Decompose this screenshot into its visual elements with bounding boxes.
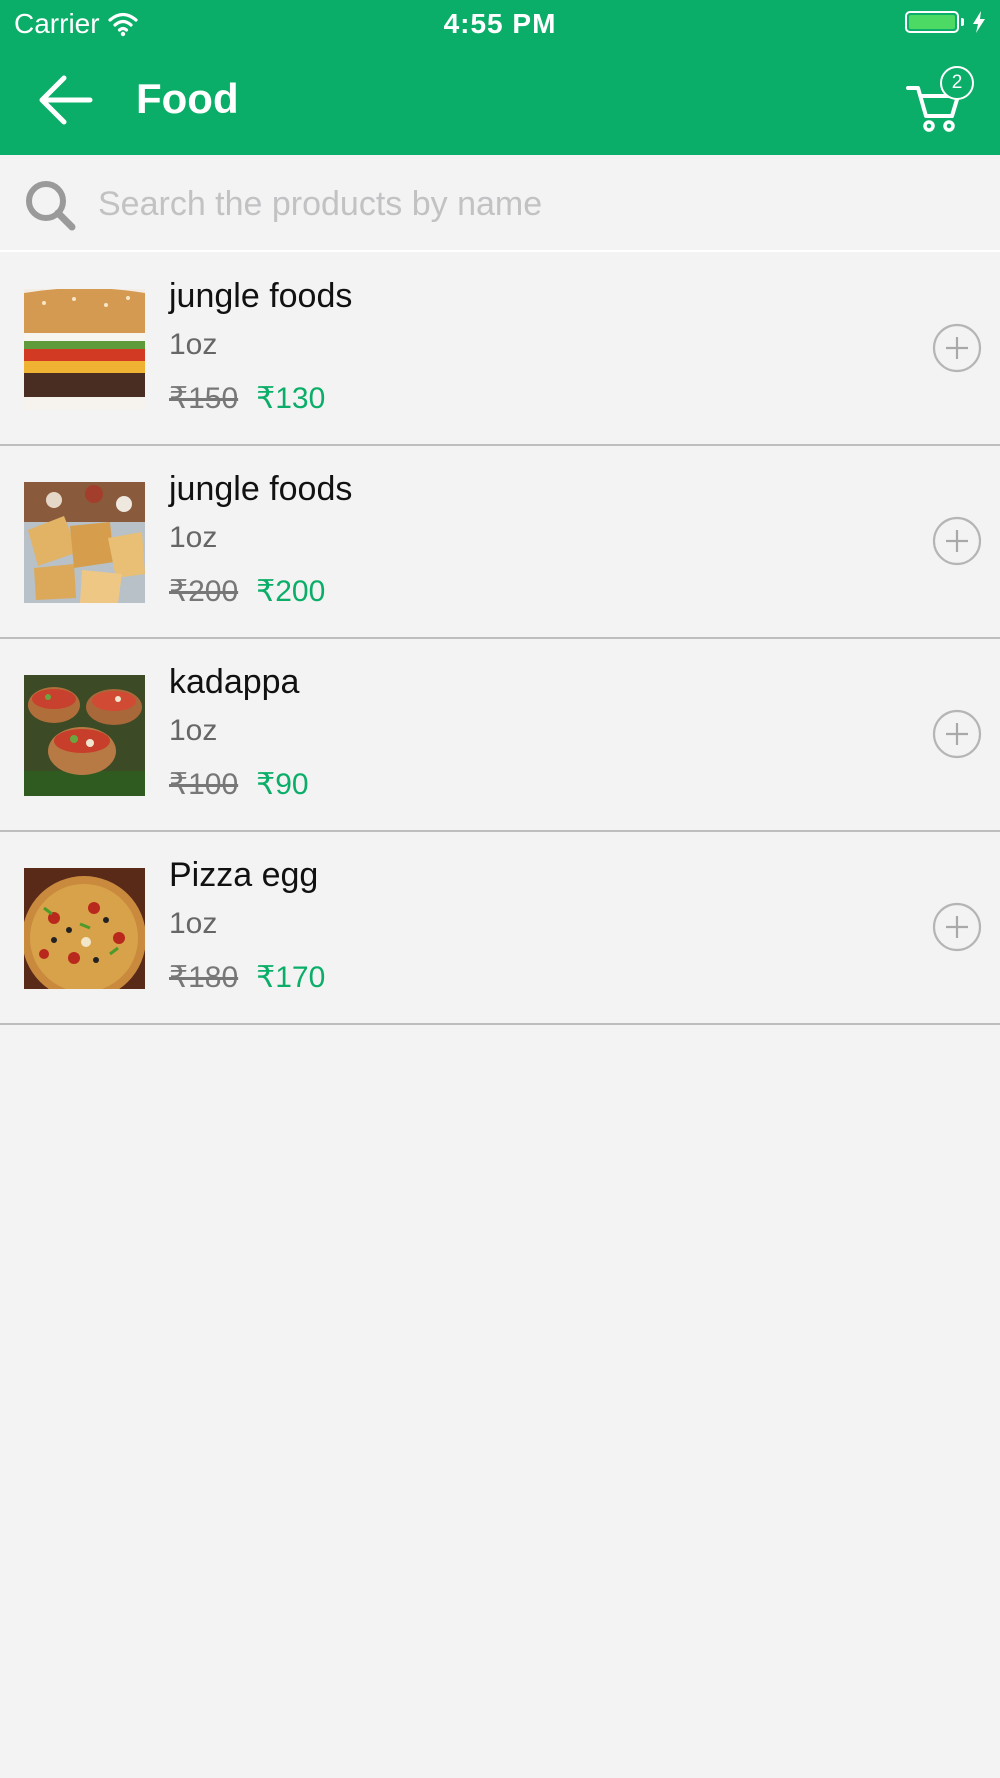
- battery-cap: [961, 18, 964, 26]
- product-name: jungle foods: [169, 277, 353, 315]
- original-price: ₹150: [169, 382, 239, 415]
- add-to-cart-plus-icon[interactable]: [932, 516, 982, 566]
- original-price: ₹100: [169, 768, 239, 801]
- sale-price: ₹130: [256, 382, 326, 415]
- product-unit: 1oz: [169, 714, 218, 747]
- status-time: 4:55 PM: [443, 8, 557, 39]
- product-item[interactable]: jungle foods 1oz ₹150 ₹130: [0, 253, 1000, 446]
- app-bar: Food 2: [0, 50, 1000, 155]
- product-item[interactable]: kadappa 1oz ₹100 ₹90: [0, 639, 1000, 832]
- add-to-cart-plus-icon[interactable]: [932, 323, 982, 373]
- product-prices: ₹180 ₹170: [169, 960, 325, 995]
- search-icon: [26, 181, 76, 231]
- search-bar: [0, 155, 1000, 252]
- product-item[interactable]: Pizza egg 1oz ₹180 ₹170: [0, 832, 1000, 1025]
- product-image-burger: [24, 289, 145, 410]
- product-unit: 1oz: [169, 907, 218, 940]
- product-list: jungle foods 1oz ₹150 ₹130 jungle foods …: [0, 253, 1000, 1025]
- add-to-cart-plus-icon[interactable]: [932, 709, 982, 759]
- add-to-cart-plus-icon[interactable]: [932, 902, 982, 952]
- product-name: Pizza egg: [169, 856, 319, 894]
- battery-indicator: [905, 11, 986, 33]
- back-arrow-icon[interactable]: [36, 72, 96, 128]
- product-name: kadappa: [169, 663, 300, 701]
- product-prices: ₹100 ₹90: [169, 767, 309, 802]
- product-prices: ₹150 ₹130: [169, 381, 325, 416]
- product-prices: ₹200 ₹200: [169, 574, 325, 609]
- sale-price: ₹90: [256, 768, 309, 801]
- product-item[interactable]: jungle foods 1oz ₹200 ₹200: [0, 446, 1000, 639]
- search-input[interactable]: [96, 173, 980, 235]
- cart-button[interactable]: 2: [904, 66, 974, 132]
- screen: Carrier 4:55 PM Food 2 Search the produc…: [0, 0, 1000, 1778]
- product-image-baskets: [24, 675, 145, 796]
- status-bar: Carrier 4:55 PM: [0, 0, 1000, 50]
- cart-count-badge: 2: [940, 66, 974, 100]
- sale-price: ₹200: [256, 575, 326, 608]
- product-unit: 1oz: [169, 328, 218, 361]
- original-price: ₹180: [169, 961, 239, 994]
- sale-price: ₹170: [256, 961, 326, 994]
- page-title: Food: [136, 75, 239, 122]
- product-name: jungle foods: [169, 470, 353, 508]
- battery-level: [909, 15, 955, 29]
- battery-icon: [905, 11, 959, 33]
- charging-bolt-icon: [973, 11, 985, 33]
- original-price: ₹200: [169, 575, 239, 608]
- product-unit: 1oz: [169, 521, 218, 554]
- product-image-pizza: [24, 868, 145, 989]
- top-bar: Carrier 4:55 PM Food 2: [0, 0, 1000, 155]
- product-image-chips: [24, 482, 145, 603]
